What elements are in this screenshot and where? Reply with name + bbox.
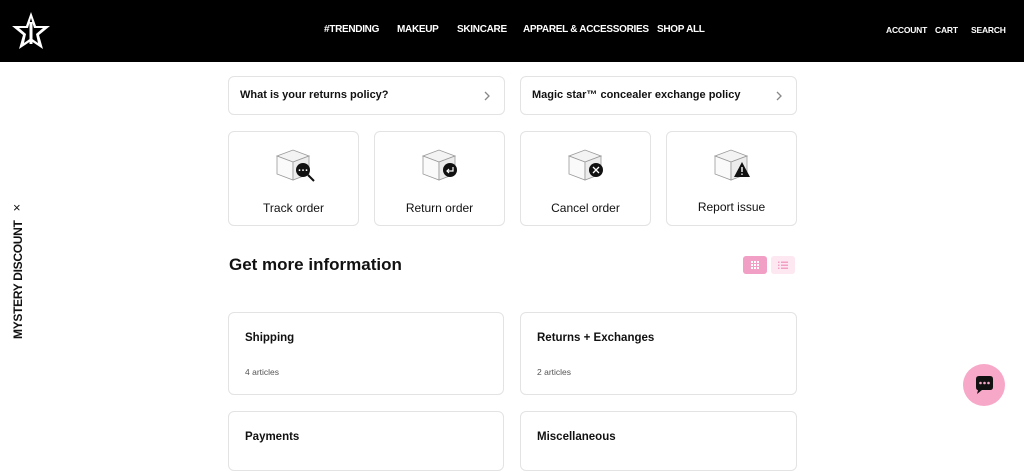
report-issue-card[interactable]: Report issue xyxy=(666,131,797,226)
return-order-card[interactable]: Return order xyxy=(374,131,505,226)
account-link[interactable]: ACCOUNT xyxy=(886,25,927,35)
search-link[interactable]: SEARCH xyxy=(971,25,1006,35)
mystery-discount-label: MYSTERY DISCOUNT xyxy=(11,220,25,339)
category-title: Returns + Exchanges xyxy=(537,332,655,344)
action-label: Cancel order xyxy=(551,201,620,215)
return-order-icon xyxy=(421,149,457,181)
action-label: Return order xyxy=(405,201,474,215)
chat-button[interactable] xyxy=(963,364,1005,406)
category-returns-exchanges[interactable]: Returns + Exchanges 2 articles xyxy=(520,312,797,395)
chevron-right-icon xyxy=(776,91,782,101)
chat-icon xyxy=(976,376,993,394)
cancel-order-card[interactable]: Cancel order xyxy=(520,131,651,226)
cancel-order-icon xyxy=(567,149,603,181)
top-navigation-bar: #TRENDING MAKEUP SKINCARE APPAREL & ACCE… xyxy=(0,0,1024,62)
mystery-discount-tab[interactable]: × MYSTERY DISCOUNT xyxy=(10,200,26,340)
nav-makeup[interactable]: MAKEUP xyxy=(397,24,439,35)
track-order-icon: ••• xyxy=(275,149,315,182)
grid-view-toggle[interactable] xyxy=(743,256,767,274)
nav-trending[interactable]: #TRENDING xyxy=(324,24,379,35)
faq-returns-policy[interactable]: What is your returns policy? xyxy=(228,76,505,115)
report-issue-icon xyxy=(713,149,750,181)
faq-label: Magic star™ concealer exchange policy xyxy=(532,89,741,101)
category-title: Payments xyxy=(245,431,300,443)
category-miscellaneous[interactable]: Miscellaneous xyxy=(520,411,797,471)
category-shipping[interactable]: Shipping 4 articles xyxy=(228,312,504,395)
action-label: Report issue xyxy=(697,200,766,214)
nav-shop-all[interactable]: SHOP ALL xyxy=(657,24,705,35)
svg-text:•••: ••• xyxy=(298,168,309,175)
list-view-toggle[interactable] xyxy=(771,256,795,274)
section-title: Get more information xyxy=(229,255,402,274)
grid-view-icon xyxy=(751,261,759,269)
article-count: 2 articles xyxy=(537,367,572,377)
chevron-right-icon xyxy=(484,91,490,101)
faq-concealer-exchange[interactable]: Magic star™ concealer exchange policy xyxy=(520,76,797,115)
faq-label: What is your returns policy? xyxy=(240,89,389,101)
track-order-card[interactable]: ••• Track order xyxy=(228,131,359,226)
star-logo-icon[interactable] xyxy=(10,10,52,52)
cart-link[interactable]: CART xyxy=(935,25,958,35)
list-view-icon xyxy=(778,261,788,269)
nav-skincare[interactable]: SKINCARE xyxy=(457,24,507,35)
nav-apparel-accessories[interactable]: APPAREL & ACCESSORIES xyxy=(523,24,649,35)
category-title: Shipping xyxy=(245,332,295,344)
category-title: Miscellaneous xyxy=(537,431,616,443)
action-label: Track order xyxy=(263,201,324,215)
category-payments[interactable]: Payments xyxy=(228,411,504,471)
article-count: 4 articles xyxy=(245,367,280,377)
